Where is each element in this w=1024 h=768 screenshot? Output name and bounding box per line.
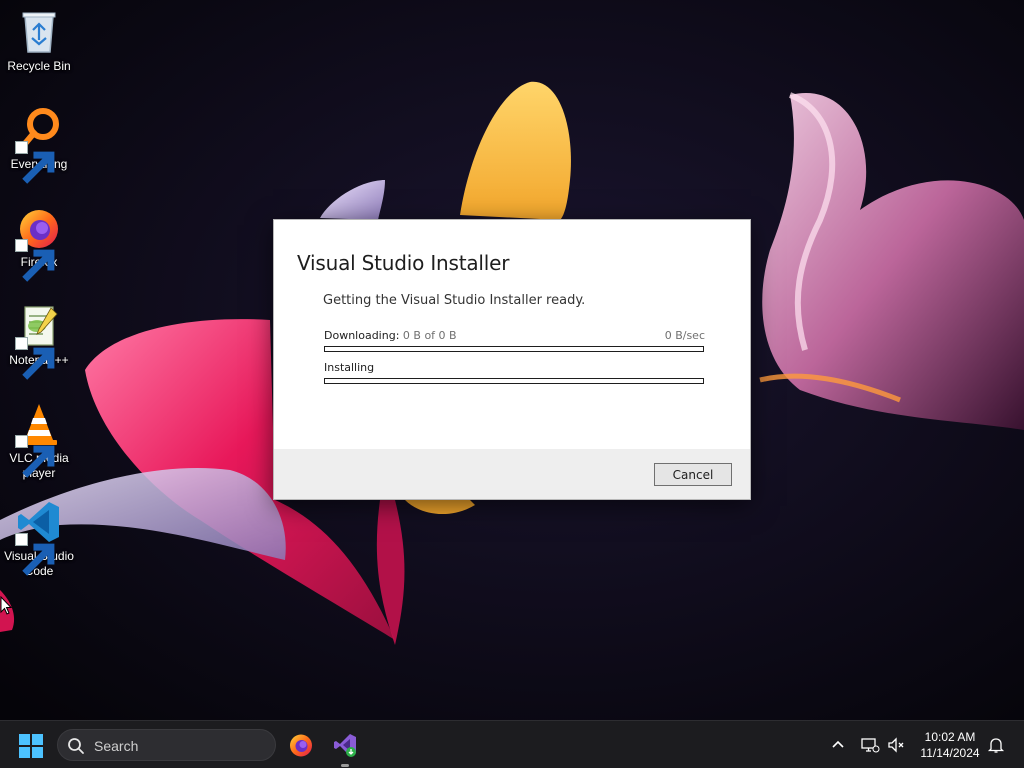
clock-date: 11/14/2024 — [920, 746, 980, 760]
taskbar-visual-studio-installer-icon[interactable] — [332, 732, 358, 758]
desktop-icon-notepadpp[interactable]: Notepad++ — [0, 302, 78, 380]
windows-start-icon[interactable] — [18, 733, 44, 759]
notepadpp-icon — [15, 302, 63, 380]
installer-status-text: Getting the Visual Studio Installer read… — [323, 293, 586, 308]
shortcut-arrow-icon — [15, 141, 55, 184]
desktop-icon-label: Recycle Bin — [7, 59, 71, 73]
taskbar: Search 10:02 AM 11/14/2024 — [0, 720, 1024, 768]
install-progress-bar — [324, 378, 704, 384]
desktop-icon-vscode[interactable]: Visual Studio Code — [0, 498, 78, 579]
visual-studio-installer-dialog: Visual Studio Installer Getting the Visu… — [273, 219, 751, 500]
shortcut-arrow-icon — [15, 337, 55, 380]
download-label: Downloading: — [324, 329, 400, 342]
download-progress-bar — [324, 346, 704, 352]
everything-search-icon — [15, 106, 63, 184]
volume-muted-icon[interactable] — [886, 735, 906, 755]
desktop-icon-firefox[interactable]: Firefox — [0, 204, 78, 282]
clock-time: 10:02 AM — [924, 730, 976, 744]
install-progress-label: Installing — [324, 361, 375, 374]
search-placeholder: Search — [94, 738, 139, 754]
taskbar-clock[interactable]: 10:02 AM 11/14/2024 — [912, 729, 988, 761]
dialog-footer: Cancel — [274, 449, 750, 499]
network-icon[interactable] — [860, 735, 880, 755]
taskbar-firefox-icon[interactable] — [288, 732, 314, 758]
dialog-title: Visual Studio Installer — [297, 251, 510, 275]
show-hidden-icons-chevron-icon[interactable] — [828, 735, 848, 755]
notification-bell-icon[interactable] — [986, 735, 1006, 755]
taskbar-search-box[interactable]: Search — [57, 729, 276, 761]
download-detail: 0 B of 0 B — [402, 329, 457, 342]
download-rate: 0 B/sec — [664, 329, 705, 342]
shortcut-arrow-icon — [15, 435, 55, 478]
vscode-icon — [15, 498, 63, 576]
firefox-icon — [15, 204, 63, 282]
desktop-icon-everything[interactable]: Everything — [0, 106, 78, 184]
mouse-cursor-icon — [0, 596, 12, 615]
recycle-bin-icon — [15, 8, 63, 56]
cancel-button[interactable]: Cancel — [654, 463, 732, 486]
desktop-icon-vlc[interactable]: VLC media player — [0, 400, 78, 481]
vlc-cone-icon — [15, 400, 63, 478]
search-icon — [68, 738, 84, 754]
shortcut-arrow-icon — [15, 533, 55, 576]
running-app-indicator — [341, 764, 349, 767]
download-progress-label: Downloading: 0 B of 0 B — [324, 329, 457, 342]
desktop-icon-recycle-bin[interactable]: Recycle Bin — [0, 8, 78, 74]
shortcut-arrow-icon — [15, 239, 55, 282]
